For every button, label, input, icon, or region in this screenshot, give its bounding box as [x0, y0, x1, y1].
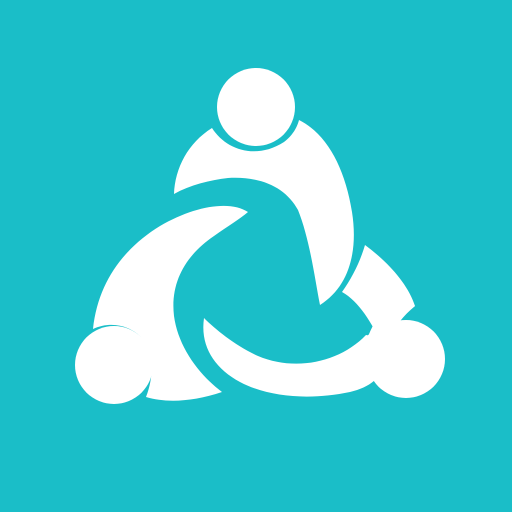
- three-people-circle-logo-icon: [0, 0, 512, 512]
- person-head-left: [75, 326, 153, 404]
- person-head-top: [217, 68, 295, 146]
- app-icon: [0, 0, 512, 512]
